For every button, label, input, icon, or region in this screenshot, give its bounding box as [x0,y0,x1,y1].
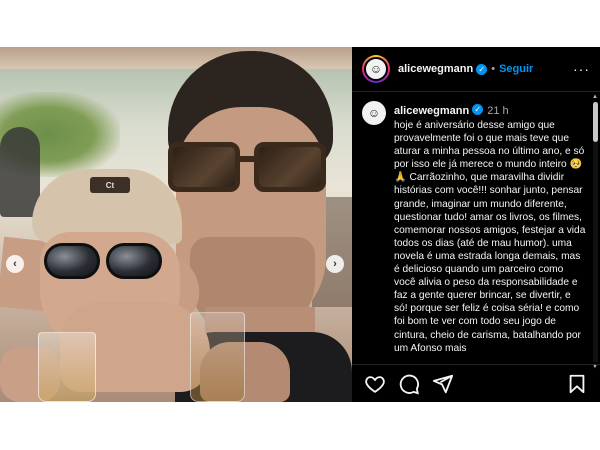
avatar-icon: ☺ [362,101,386,125]
avatar-icon: ☺ [364,57,388,81]
caption-avatar[interactable]: ☺ [362,101,386,125]
caption-meta: alicewegmann ✓ 21 h [394,101,586,119]
chevron-left-icon[interactable]: ‹ [6,255,24,273]
caption-timestamp: 21 h [487,105,509,117]
post-header: ☺ alicewegmann ✓ • Seguir ··· [352,47,600,92]
caption-text: hoje é aniversário desse amigo que prova… [394,120,589,354]
photo-man-sunglasses [168,142,328,202]
photo-glass-left [38,332,96,402]
follow-button[interactable]: Seguir [499,63,533,75]
separator-dot: • [491,63,496,75]
post-sidebar: ☺ alicewegmann ✓ • Seguir ··· ☺ aliceweg… [352,47,600,402]
verified-badge-icon: ✓ [476,63,488,75]
heart-icon[interactable] [364,373,386,395]
post-photo[interactable]: Ct ‹ › [0,47,352,402]
verified-badge-icon: ✓ [472,104,484,116]
cap-patch: Ct [90,177,130,193]
bookmark-icon[interactable] [566,373,588,395]
caption-body: alicewegmann ✓ 21 h hoje é aniversário des… [394,101,586,355]
caption-username[interactable]: alicewegmann [394,105,469,117]
share-icon[interactable] [432,373,454,395]
chevron-right-icon[interactable]: › [326,255,344,273]
photo-woman-sunglasses [44,243,184,283]
photo-glass-right [190,312,245,402]
instagram-post: Ct ‹ › ☺ alicewegmann ✓ • Seguir ··· ☺ a… [0,47,600,402]
more-options-icon[interactable]: ··· [573,61,590,77]
photo-background-person [0,127,40,217]
caption-row: ☺ alicewegmann ✓ 21 h hoje é aniversário d… [362,101,586,355]
woman-lens-left [44,243,100,279]
woman-lens-right [106,243,162,279]
action-bar [352,364,600,402]
avatar[interactable]: ☺ [362,55,390,83]
header-username[interactable]: alicewegmann [398,63,473,75]
caption-area[interactable]: ☺ alicewegmann ✓ 21 h hoje é aniversário d… [352,93,600,365]
sunglasses-lens-left [168,142,240,192]
sunglasses-lens-right [254,142,326,192]
comment-icon[interactable] [398,373,420,395]
scroll-up-icon[interactable]: ▲ [592,94,598,100]
caption-scrollbar[interactable]: ▲ ▼ [592,94,598,370]
scroll-thumb[interactable] [593,102,598,142]
